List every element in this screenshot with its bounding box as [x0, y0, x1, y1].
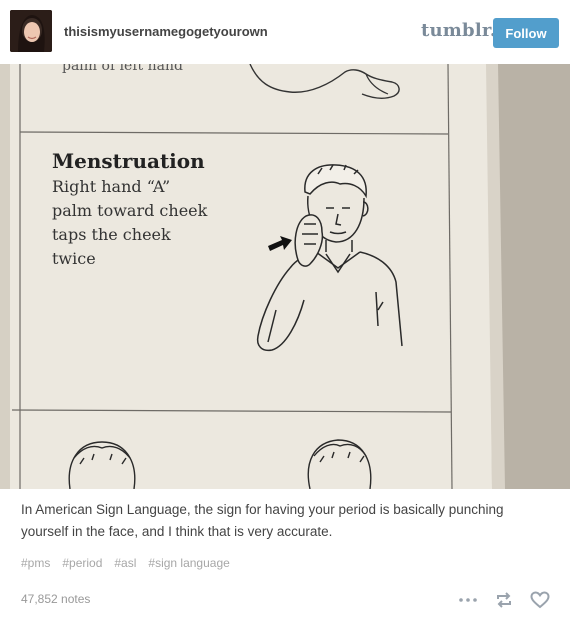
tumblr-logo[interactable]: tumblr. [421, 20, 496, 41]
more-icon[interactable] [457, 590, 479, 610]
post-caption: In American Sign Language, the sign for … [21, 502, 504, 539]
follow-button[interactable]: Follow [493, 18, 559, 48]
post-header: thisismyusernamegogetyourown tumblr. Fol… [0, 0, 570, 64]
tag-pms[interactable]: #pms [21, 556, 50, 570]
username-link[interactable]: thisismyusernamegogetyourown [64, 24, 268, 39]
sign-line-1: Right hand “A” [52, 177, 170, 196]
tag-period[interactable]: #period [62, 556, 102, 570]
tag-list: #pms #period #asl #sign language [21, 556, 230, 570]
tumblr-post: thisismyusernamegogetyourown tumblr. Fol… [0, 0, 570, 623]
post-photo[interactable]: palm of left hand Menstruation Right han… [0, 64, 570, 489]
top-partial-text: palm of left hand [62, 64, 183, 74]
notes-count[interactable]: 47,852 notes [21, 592, 90, 606]
sign-line-3: taps the cheek [52, 225, 171, 244]
tag-asl[interactable]: #asl [114, 556, 136, 570]
avatar[interactable] [10, 10, 52, 52]
reblog-icon[interactable] [493, 590, 515, 610]
sign-line-2: palm toward cheek [52, 201, 208, 220]
post-actions [457, 590, 551, 610]
tag-sign-language[interactable]: #sign language [148, 556, 229, 570]
heart-icon[interactable] [529, 590, 551, 610]
sign-line-4: twice [52, 249, 96, 268]
post-footer: 47,852 notes [21, 590, 551, 610]
sign-title: Menstruation [52, 149, 205, 173]
